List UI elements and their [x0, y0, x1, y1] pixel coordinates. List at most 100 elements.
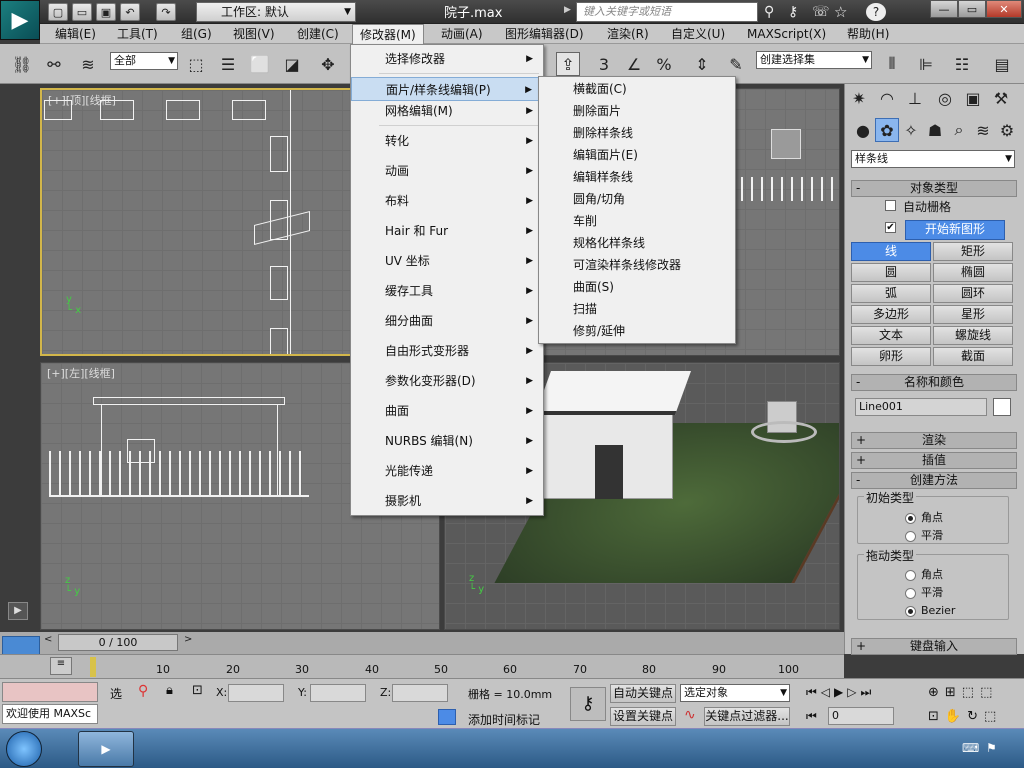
current-frame-marker[interactable] — [90, 657, 96, 677]
expand-panel-icon[interactable]: ▶ — [8, 602, 28, 620]
time-slider[interactable]: < 0 / 100 > — [0, 632, 844, 654]
motion-tab-icon[interactable]: ◎ — [933, 86, 957, 110]
select-object-icon[interactable]: ⬚ — [184, 52, 208, 76]
maximize-button[interactable]: ▭ — [958, 0, 986, 18]
menu-item-cache-tools[interactable]: 缓存工具 ▶ — [351, 279, 543, 303]
star-icon[interactable]: ☆ — [834, 3, 847, 21]
shape-ellipse-button[interactable]: 椭圆 — [933, 263, 1013, 282]
spinner-snap-icon[interactable]: ⇕ — [690, 52, 714, 76]
key-filters-button[interactable]: 关键点过滤器... — [704, 707, 790, 726]
set-key-button[interactable]: 设置关键点 — [610, 707, 676, 726]
systems-icon[interactable]: ⚙ — [995, 118, 1019, 142]
menu-item-surface[interactable]: 曲面 ▶ — [351, 399, 543, 423]
selection-filter-dropdown[interactable]: 全部 ▼ — [110, 52, 178, 70]
key-selection-dropdown[interactable]: 选定对象 ▼ — [680, 684, 790, 702]
cameras-icon[interactable]: ☗ — [923, 118, 947, 142]
rollout-keyboard-entry[interactable]: + 键盘输入 — [851, 638, 1017, 655]
auto-key-button[interactable]: 自动关键点 — [610, 684, 676, 703]
chevron-right-icon[interactable]: > — [184, 634, 196, 650]
menu-edit[interactable]: 编辑(E) — [48, 24, 103, 44]
submenu-item-trim-extend[interactable]: 修剪/延伸 — [539, 320, 735, 342]
menu-modifiers[interactable]: 修改器(M) — [352, 24, 424, 44]
application-logo-icon[interactable]: ▶ — [0, 0, 40, 40]
maxscript-mini-listener[interactable]: 欢迎使用 MAXSc — [2, 704, 98, 724]
geometry-icon[interactable]: ● — [851, 118, 875, 142]
shape-rectangle-button[interactable]: 矩形 — [933, 242, 1013, 261]
shape-donut-button[interactable]: 圆环 — [933, 284, 1013, 303]
menu-item-uv-coordinates[interactable]: UV 坐标 ▶ — [351, 249, 543, 273]
start-new-shape-button[interactable]: 开始新图形 — [905, 220, 1005, 240]
save-file-icon[interactable]: ▣ — [96, 3, 116, 21]
menu-views[interactable]: 视图(V) — [226, 24, 282, 44]
named-selection-dropdown[interactable]: 创建选择集 ▼ — [756, 51, 872, 69]
submenu-item-delete-patch[interactable]: 删除面片 — [539, 100, 735, 122]
rollout-creation-method[interactable]: - 创建方法 — [851, 472, 1017, 489]
shape-circle-button[interactable]: 圆 — [851, 263, 931, 282]
menu-create[interactable]: 创建(C) — [290, 24, 346, 44]
close-button[interactable]: ✕ — [986, 0, 1022, 18]
menu-item-selection-modifiers[interactable]: 选择修改器 ▶ — [351, 47, 543, 71]
menu-group[interactable]: 组(G) — [174, 24, 219, 44]
maxscript-listener-pink[interactable] — [2, 682, 98, 702]
utilities-tab-icon[interactable]: ⚒ — [989, 86, 1013, 110]
rollout-interpolation[interactable]: + 插值 — [851, 452, 1017, 469]
link-icon[interactable]: ⛓ — [10, 52, 34, 76]
percent-snap-icon[interactable]: % — [652, 52, 676, 76]
create-tab-icon[interactable]: ✷ — [847, 86, 871, 110]
viewport-label[interactable]: [+][左][线框] — [47, 365, 115, 381]
add-time-tag[interactable]: 添加时间标记 — [468, 711, 540, 728]
shape-line-button[interactable]: 线 — [851, 242, 931, 261]
minimize-button[interactable]: — — [930, 0, 958, 18]
shape-section-button[interactable]: 截面 — [933, 347, 1013, 366]
move-icon[interactable]: ✥ — [316, 52, 340, 76]
menu-item-radiosity[interactable]: 光能传递 ▶ — [351, 459, 543, 483]
search-input[interactable]: 键入关键字或短语 — [576, 2, 758, 22]
key-icon[interactable]: ⚷ — [788, 4, 798, 20]
communication-icon[interactable]: ☏ — [812, 4, 830, 20]
menu-customize[interactable]: 自定义(U) — [664, 24, 732, 44]
menu-item-cameras[interactable]: 摄影机 ▶ — [351, 489, 543, 513]
submenu-item-renderable-spline[interactable]: 可渲染样条线修改器 — [539, 254, 735, 276]
z-coordinate-input[interactable] — [392, 684, 448, 702]
space-warps-icon[interactable]: ≋ — [971, 118, 995, 142]
menu-item-hair-fur[interactable]: Hair 和 Fur ▶ — [351, 219, 543, 243]
drag-type-smooth-radio[interactable]: 平滑 — [901, 586, 943, 600]
new-file-icon[interactable]: ▢ — [48, 3, 68, 21]
menu-maxscript[interactable]: MAXScript(X) — [740, 24, 833, 44]
select-by-name-icon[interactable]: ☰ — [216, 52, 240, 76]
edit-named-selection-icon[interactable]: ✎ — [724, 52, 748, 76]
shape-arc-button[interactable]: 弧 — [851, 284, 931, 303]
3dsmax-taskbar-icon[interactable]: ▶ — [78, 731, 134, 767]
workspace-dropdown[interactable]: 工作区: 默认 ▼ — [196, 2, 356, 22]
menu-item-parametric-deformers[interactable]: 参数化变形器(D) ▶ — [351, 369, 543, 393]
menu-animation[interactable]: 动画(A) — [434, 24, 490, 44]
object-color-swatch[interactable] — [993, 398, 1011, 416]
start-button-icon[interactable] — [6, 731, 42, 767]
keyboard-tray-icon[interactable]: ⌨ — [962, 741, 979, 755]
mini-curve-editor-icon[interactable]: ≡ — [50, 657, 72, 675]
submenu-item-edit-patch[interactable]: 编辑面片(E) — [539, 144, 735, 166]
lights-icon[interactable]: ✧ — [899, 118, 923, 142]
menu-item-conversion[interactable]: 转化 ▶ — [351, 129, 543, 153]
menu-item-nurbs-editing[interactable]: NURBS 编辑(N) ▶ — [351, 429, 543, 453]
drag-type-corner-radio[interactable]: 角点 — [901, 568, 943, 582]
menu-item-mesh-editing[interactable]: 网格编辑(M) ▶ — [351, 99, 543, 123]
x-coordinate-input[interactable] — [228, 684, 284, 702]
current-frame-input[interactable]: 0 — [828, 707, 894, 725]
shape-star-button[interactable]: 星形 — [933, 305, 1013, 324]
time-slider-thumb[interactable]: 0 / 100 — [58, 634, 178, 651]
open-file-icon[interactable]: ▭ — [72, 3, 92, 21]
chevron-left-icon[interactable]: < — [44, 634, 56, 650]
menu-item-cloth[interactable]: 布料 ▶ — [351, 189, 543, 213]
pan-orbit-icons[interactable]: ⊡✋↻⬚ — [928, 709, 1002, 724]
rollout-name-color[interactable]: - 名称和颜色 — [851, 374, 1017, 391]
help-icon[interactable]: ? — [866, 3, 886, 21]
submenu-item-delete-spline[interactable]: 删除样条线 — [539, 122, 735, 144]
submenu-item-fillet-chamfer[interactable]: 圆角/切角 — [539, 188, 735, 210]
layer-manager-icon[interactable]: ☷ — [950, 52, 974, 76]
submenu-item-sweep[interactable]: 扫描 — [539, 298, 735, 320]
shape-text-button[interactable]: 文本 — [851, 326, 931, 345]
menu-rendering[interactable]: 渲染(R) — [600, 24, 656, 44]
absolute-mode-icon[interactable]: ⊡ — [192, 683, 203, 698]
set-key-icon[interactable]: ⚷ — [570, 687, 606, 721]
